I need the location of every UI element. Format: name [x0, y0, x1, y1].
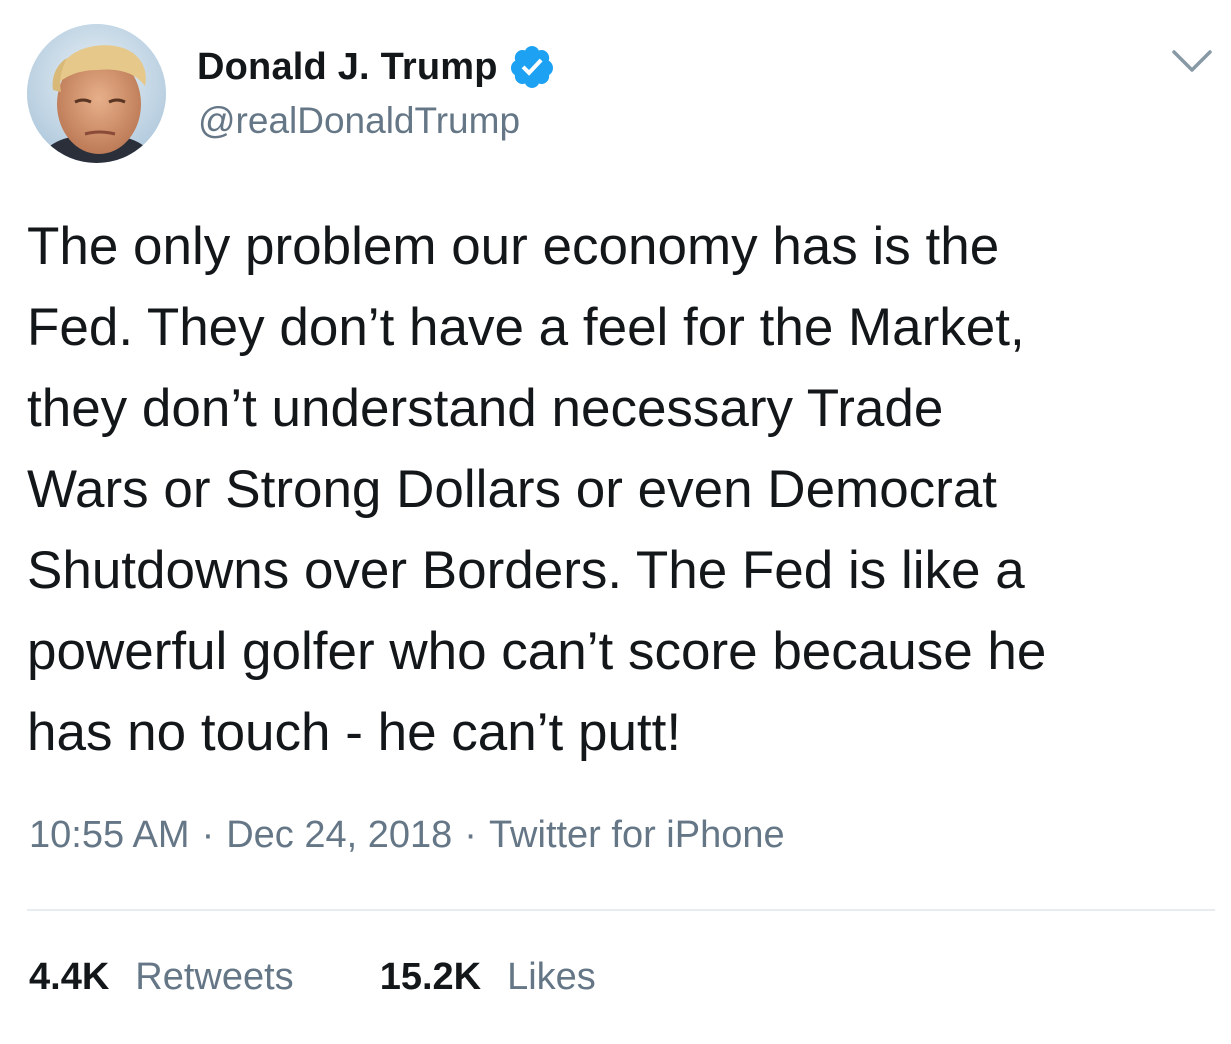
retweets-stat[interactable]: 4.4K Retweets	[29, 956, 294, 999]
likes-label: Likes	[507, 956, 596, 998]
author-name-row: Donald J. Trump	[197, 44, 556, 90]
chevron-down-icon[interactable]	[1170, 46, 1214, 76]
tweet-text: The only problem our economy has is the …	[27, 217, 1047, 762]
tweet-date[interactable]: Dec 24, 2018	[226, 814, 452, 856]
likes-stat[interactable]: 15.2K Likes	[380, 956, 596, 999]
author-avatar[interactable]	[27, 24, 166, 163]
divider	[27, 909, 1215, 911]
verified-badge-icon	[508, 43, 556, 91]
avatar-photo	[27, 24, 166, 163]
tweet-stats: 4.4K Retweets 15.2K Likes	[29, 956, 596, 999]
author-handle[interactable]: @realDonaldTrump	[198, 100, 520, 142]
meta-separator: ·	[201, 814, 215, 856]
author-display-name[interactable]: Donald J. Trump	[197, 46, 498, 89]
retweets-label: Retweets	[135, 956, 294, 998]
retweets-count: 4.4K	[29, 956, 110, 998]
tweet-metadata: 10:55 AM · Dec 24, 2018 · Twitter for iPhone	[29, 814, 785, 857]
tweet-source[interactable]: Twitter for iPhone	[489, 814, 785, 856]
tweet-card: Donald J. Trump @realDonaldTrump The onl…	[0, 0, 1231, 1044]
tweet-time[interactable]: 10:55 AM	[29, 814, 190, 856]
likes-count: 15.2K	[379, 956, 482, 998]
meta-separator: ·	[464, 814, 477, 856]
